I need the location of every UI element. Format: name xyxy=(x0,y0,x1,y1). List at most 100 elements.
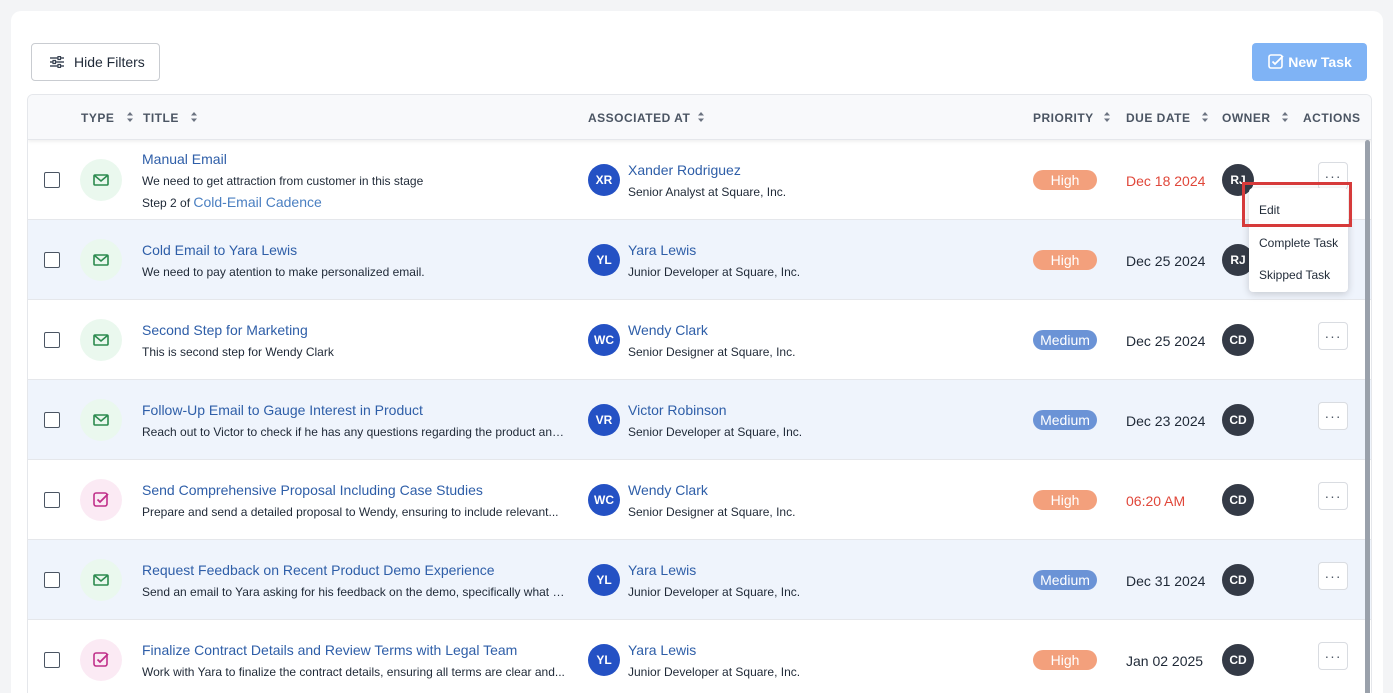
sort-icon[interactable] xyxy=(190,111,198,123)
contact-avatar: XR xyxy=(588,164,620,196)
task-description: Reach out to Victor to check if he has a… xyxy=(142,425,567,439)
row-actions-button[interactable]: ··· xyxy=(1318,402,1348,430)
contact-name[interactable]: Yara Lewis xyxy=(628,562,696,578)
table-row: Follow-Up Email to Gauge Interest in Pro… xyxy=(28,380,1371,460)
task-description: This is second step for Wendy Clark xyxy=(142,345,334,359)
envelope-icon xyxy=(80,159,122,201)
owner-avatar: CD xyxy=(1222,564,1254,596)
contact-role: Junior Developer at Square, Inc. xyxy=(628,265,801,279)
priority-badge: Medium xyxy=(1033,410,1097,430)
checkbox-task-icon xyxy=(80,639,122,681)
sort-icon[interactable] xyxy=(697,111,705,123)
column-type[interactable]: TYPE xyxy=(81,111,114,125)
due-date: Dec 25 2024 xyxy=(1126,333,1206,349)
column-associated[interactable]: ASSOCIATED AT xyxy=(588,111,690,125)
task-title[interactable]: Cold Email to Yara Lewis xyxy=(142,242,297,258)
contact-role: Junior Developer at Square, Inc. xyxy=(628,665,801,679)
task-title[interactable]: Follow-Up Email to Gauge Interest in Pro… xyxy=(142,402,423,418)
task-title[interactable]: Request Feedback on Recent Product Demo … xyxy=(142,562,495,578)
task-description: Send an email to Yara asking for his fee… xyxy=(142,585,567,599)
row-checkbox[interactable] xyxy=(44,492,60,508)
priority-badge: Medium xyxy=(1033,330,1097,350)
scrollbar[interactable] xyxy=(1365,140,1370,693)
contact-name[interactable]: Xander Rodriguez xyxy=(628,162,741,178)
task-title[interactable]: Manual Email xyxy=(142,151,227,167)
envelope-icon xyxy=(80,319,122,361)
table-header: TYPE TITLE ASSOCIATED AT PRIORITY DUE DA… xyxy=(28,95,1371,140)
row-actions-button[interactable]: ··· xyxy=(1318,322,1348,350)
column-priority[interactable]: PRIORITY xyxy=(1033,111,1094,125)
cadence-link[interactable]: Cold-Email Cadence xyxy=(193,194,321,210)
menu-item-skipped-task[interactable]: Skipped Task xyxy=(1259,268,1330,282)
hide-filters-button[interactable]: Hide Filters xyxy=(31,43,160,81)
table-row: Second Step for Marketing This is second… xyxy=(28,300,1371,380)
contact-name[interactable]: Wendy Clark xyxy=(628,322,708,338)
priority-badge: High xyxy=(1033,170,1097,190)
task-title[interactable]: Second Step for Marketing xyxy=(142,322,308,338)
due-date: 06:20 AM xyxy=(1126,493,1186,509)
row-checkbox[interactable] xyxy=(44,332,60,348)
contact-role: Senior Designer at Square, Inc. xyxy=(628,345,796,359)
due-date: Dec 31 2024 xyxy=(1126,573,1206,589)
contact-role: Junior Developer at Square, Inc. xyxy=(628,585,801,599)
table-row: Send Comprehensive Proposal Including Ca… xyxy=(28,460,1371,540)
priority-badge: Medium xyxy=(1033,570,1097,590)
column-actions: ACTIONS xyxy=(1303,111,1361,125)
row-checkbox[interactable] xyxy=(44,412,60,428)
priority-badge: High xyxy=(1033,650,1097,670)
task-description: We need to pay atention to make personal… xyxy=(142,265,425,279)
envelope-icon xyxy=(80,399,122,441)
due-date: Dec 18 2024 xyxy=(1126,173,1206,189)
contact-avatar: VR xyxy=(588,404,620,436)
task-description: Prepare and send a detailed proposal to … xyxy=(142,505,559,519)
new-task-button[interactable]: New Task xyxy=(1252,43,1367,81)
row-checkbox[interactable] xyxy=(44,572,60,588)
sort-icon[interactable] xyxy=(1201,111,1209,123)
contact-avatar: WC xyxy=(588,484,620,516)
menu-item-complete-task[interactable]: Complete Task xyxy=(1259,236,1338,250)
contact-name[interactable]: Wendy Clark xyxy=(628,482,708,498)
priority-badge: High xyxy=(1033,250,1097,270)
cadence-step: Step 2 of Cold-Email Cadence xyxy=(142,194,322,210)
hide-filters-label: Hide Filters xyxy=(74,54,145,70)
owner-avatar: CD xyxy=(1222,324,1254,356)
contact-role: Senior Designer at Square, Inc. xyxy=(628,505,796,519)
task-description: We need to get attraction from customer … xyxy=(142,174,424,188)
row-actions-button[interactable]: ··· xyxy=(1318,642,1348,670)
task-title[interactable]: Finalize Contract Details and Review Ter… xyxy=(142,642,517,658)
table-row: Cold Email to Yara Lewis We need to pay … xyxy=(28,220,1371,300)
owner-avatar: CD xyxy=(1222,644,1254,676)
task-title[interactable]: Send Comprehensive Proposal Including Ca… xyxy=(142,482,483,498)
sort-icon[interactable] xyxy=(126,111,134,123)
row-checkbox[interactable] xyxy=(44,652,60,668)
table-row: Manual Email We need to get attraction f… xyxy=(28,140,1371,220)
row-actions-button[interactable]: ··· xyxy=(1318,482,1348,510)
envelope-icon xyxy=(80,559,122,601)
due-date: Jan 02 2025 xyxy=(1126,653,1204,669)
contact-role: Senior Developer at Square, Inc. xyxy=(628,425,803,439)
checkbox-task-icon xyxy=(80,479,122,521)
row-checkbox[interactable] xyxy=(44,172,60,188)
sort-icon[interactable] xyxy=(1103,111,1111,123)
column-due-date[interactable]: DUE DATE xyxy=(1126,111,1190,125)
owner-avatar: CD xyxy=(1222,404,1254,436)
contact-role: Senior Analyst at Square, Inc. xyxy=(628,185,787,199)
sliders-icon xyxy=(50,56,64,68)
row-actions-button[interactable]: ··· xyxy=(1318,562,1348,590)
contact-avatar: YL xyxy=(588,564,620,596)
table-row: Request Feedback on Recent Product Demo … xyxy=(28,540,1371,620)
priority-badge: High xyxy=(1033,490,1097,510)
column-owner[interactable]: OWNER xyxy=(1222,111,1271,125)
envelope-icon xyxy=(80,239,122,281)
row-checkbox[interactable] xyxy=(44,252,60,268)
contact-name[interactable]: Victor Robinson xyxy=(628,402,727,418)
task-description: Work with Yara to finalize the contract … xyxy=(142,665,565,679)
contact-name[interactable]: Yara Lewis xyxy=(628,642,696,658)
table-row: Finalize Contract Details and Review Ter… xyxy=(28,620,1371,693)
sort-icon[interactable] xyxy=(1281,111,1289,123)
tasks-table: TYPE TITLE ASSOCIATED AT PRIORITY DUE DA… xyxy=(27,94,1372,693)
contact-name[interactable]: Yara Lewis xyxy=(628,242,696,258)
checkbox-task-icon xyxy=(1268,54,1284,69)
column-title[interactable]: TITLE xyxy=(143,111,179,125)
owner-avatar: CD xyxy=(1222,484,1254,516)
